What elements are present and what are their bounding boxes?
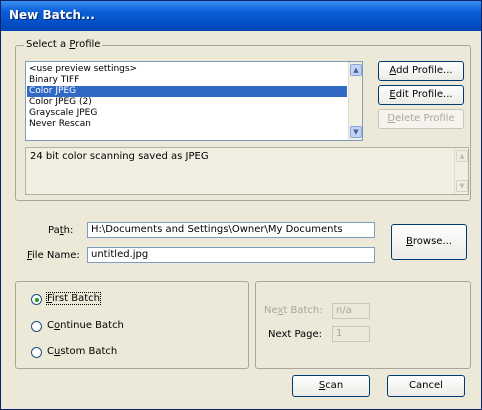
first-batch-label: First Batch [46,292,101,305]
radio-icon [31,347,42,358]
radio-selected-icon [31,294,42,305]
profile-description-text: 24 bit color scanning saved as JPEG [30,151,209,162]
title-bar[interactable]: New Batch... [1,1,481,31]
scroll-down-icon: ▼ [456,180,468,192]
profile-list[interactable]: <use preview settings> Binary TIFF Color J… [25,61,363,141]
file-name-input[interactable]: untitled.jpg [87,247,375,263]
profile-list-item[interactable]: Never Rescan [27,119,347,130]
cancel-button[interactable]: Cancel [387,375,465,397]
profile-group-legend: Select a Profile [24,39,103,50]
scan-button[interactable]: Scan [292,375,370,397]
profile-list-item[interactable]: <use preview settings> [27,64,347,75]
file-name-label: File Name: [27,250,80,261]
window-title: New Batch... [9,8,95,22]
custom-batch-label: Custom Batch [47,346,118,357]
continue-batch-radio[interactable]: Continue Batch [31,320,151,334]
scroll-up-icon[interactable]: ▲ [350,64,362,76]
profile-list-scrollbar[interactable]: ▲ ▼ [348,62,362,140]
path-input[interactable]: H:\Documents and Settings\Owner\My Docum… [87,222,375,238]
description-scrollbar: ▲ ▼ [454,148,468,194]
next-batch-label: Next Batch: [264,305,323,316]
next-batch-input[interactable]: n/a [332,303,370,319]
scroll-up-icon: ▲ [456,150,468,162]
new-batch-dialog: New Batch... Select a Profile <use previ… [0,0,482,410]
profile-list-item[interactable]: Color JPEG [27,86,347,97]
custom-batch-radio[interactable]: Custom Batch [31,346,151,360]
add-profile-button[interactable]: Add Profile... [378,61,464,81]
profile-list-item[interactable]: Grayscale JPEG [27,108,347,119]
profile-list-item[interactable]: Binary TIFF [27,75,347,86]
next-page-input[interactable]: 1 [332,326,370,342]
path-label: Path: [48,225,74,236]
browse-button[interactable]: Browse... [391,224,467,260]
continue-batch-label: Continue Batch [47,320,124,331]
edit-profile-button[interactable]: Edit Profile... [378,85,464,105]
scroll-down-icon[interactable]: ▼ [350,126,362,138]
profile-description: 24 bit color scanning saved as JPEG ▲ ▼ [25,147,469,195]
first-batch-radio[interactable]: First Batch [31,292,151,307]
batch-number-group [255,281,471,369]
radio-icon [31,321,42,332]
next-page-label: Next Page: [268,329,323,340]
profile-list-item[interactable]: Color JPEG (2) [27,97,347,108]
delete-profile-button[interactable]: Delete Profile [378,109,464,129]
